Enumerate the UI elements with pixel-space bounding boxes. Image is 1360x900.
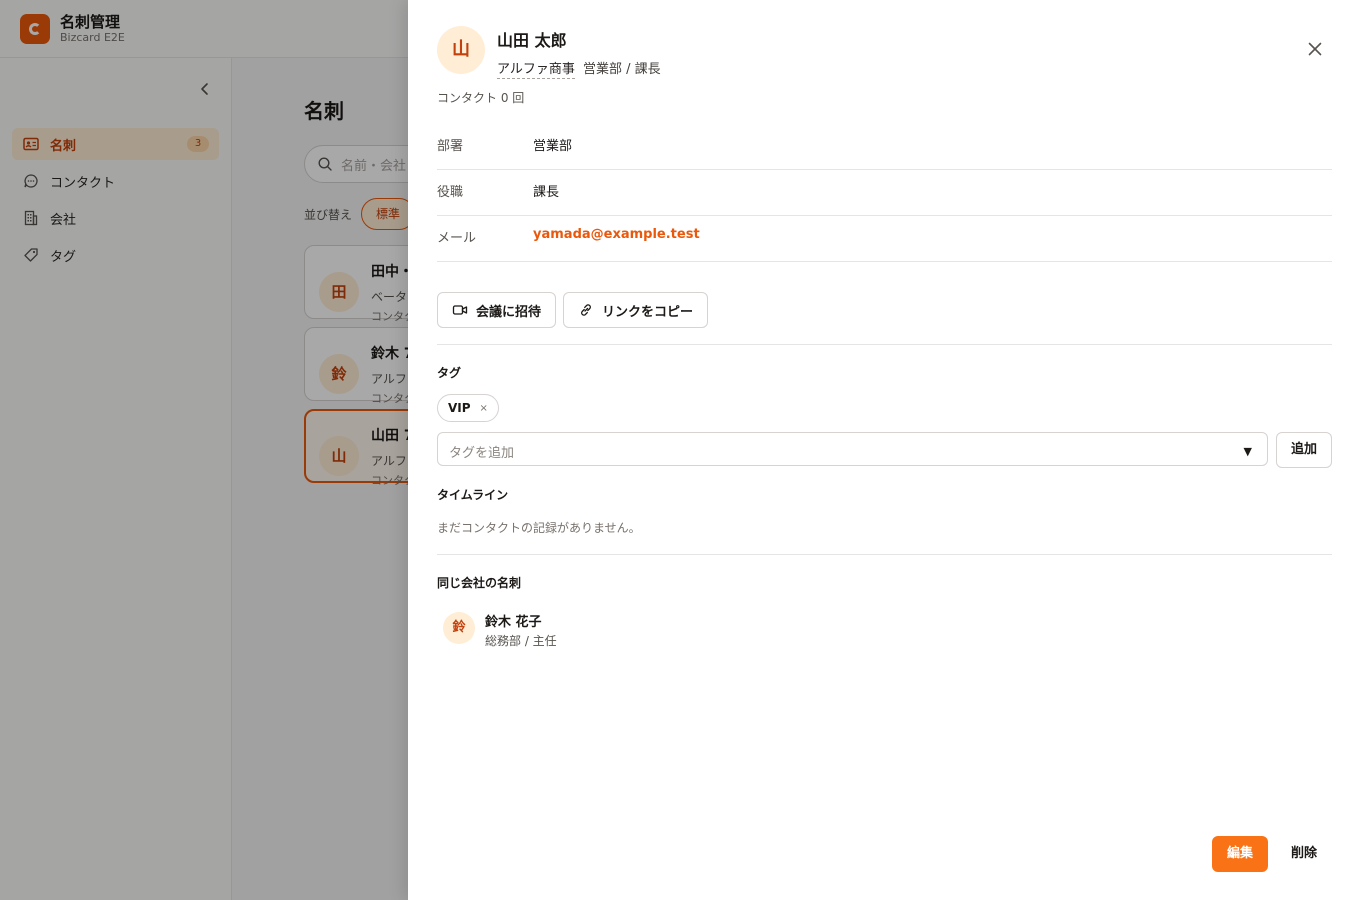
timeline-empty-message: まだコンタクトの記録がありません。 (437, 521, 641, 535)
field-label: 部署 (437, 139, 464, 154)
field-value: 課長 (533, 185, 560, 200)
edit-button[interactable]: 編集 (1212, 836, 1268, 872)
contact-count: コンタクト 0 回 (437, 91, 525, 105)
tag-select-placeholder: タグを追加 (449, 446, 515, 461)
avatar: 山 (437, 26, 485, 74)
related-card-name: 鈴木 花子 (485, 615, 542, 630)
invite-meeting-button[interactable]: 会議に招待 (437, 292, 557, 328)
chevron-down-icon: ▼ (1243, 445, 1252, 458)
field-department: 部署 営業部 (437, 124, 1332, 170)
field-label: メール (437, 231, 477, 246)
same-company-card-item[interactable]: 鈴 鈴木 花子 総務部 / 主任 (437, 608, 737, 652)
divider (437, 554, 1332, 555)
email-link[interactable]: yamada@example.test (533, 227, 700, 242)
tag-chip-vip: VIP × (437, 394, 499, 422)
field-email: メール yamada@example.test (437, 216, 1332, 262)
video-camera-icon (452, 302, 468, 318)
tags-section-title: タグ (437, 366, 462, 380)
avatar: 鈴 (443, 612, 475, 644)
link-icon (578, 302, 594, 318)
company-link[interactable]: アルファ商事 (497, 58, 575, 79)
delete-button[interactable]: 削除 (1280, 836, 1328, 872)
contact-name: 山田 太郎 (497, 31, 567, 50)
add-tag-button[interactable]: 追加 (1276, 432, 1332, 468)
card-detail-drawer: 山 山田 太郎 アルファ商事 営業部 / 課長 コンタクト 0 回 部署 営業部… (408, 0, 1360, 900)
divider (437, 344, 1332, 345)
copy-link-button[interactable]: リンクをコピー (563, 292, 709, 328)
remove-tag-icon[interactable]: × (480, 403, 488, 414)
button-label: リンクをコピー (602, 304, 694, 320)
close-icon[interactable] (1306, 40, 1324, 58)
same-company-section-title: 同じ会社の名刺 (437, 576, 522, 590)
tag-select[interactable]: タグを追加 ▼ (437, 432, 1268, 466)
timeline-section-title: タイムライン (437, 488, 509, 502)
related-card-dept-position: 総務部 / 主任 (485, 634, 557, 648)
field-value: 営業部 (533, 139, 573, 154)
tag-label: VIP (448, 401, 471, 415)
field-position: 役職 課長 (437, 170, 1332, 216)
department-position: 営業部 / 課長 (583, 62, 661, 77)
field-label: 役職 (437, 185, 464, 200)
button-label: 会議に招待 (476, 304, 542, 320)
